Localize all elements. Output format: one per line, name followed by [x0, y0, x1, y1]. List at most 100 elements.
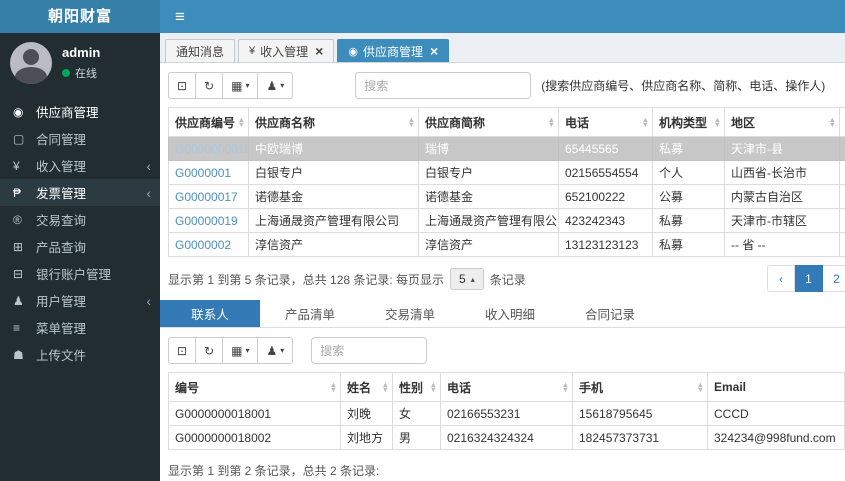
sort-icon: ▲ ▼ [329, 380, 337, 394]
tab-contract-records[interactable]: 合同记录 [560, 300, 660, 327]
cell: 私募 [652, 136, 725, 161]
sort-icon: ▲ ▼ [429, 380, 437, 394]
table-row[interactable]: G0000001 白银专户 白银专户 02156554554 个人 山西省-长治… [168, 160, 845, 185]
toolbar-button-group: ⊡ ↻ ▦ ▾ ♟ ▾ [168, 337, 294, 364]
export-dropdown-button[interactable]: ♟ ▾ [258, 337, 294, 364]
cell: 白银专户 [418, 160, 559, 185]
tab-contacts[interactable]: 联系人 [160, 300, 260, 327]
contact-table: 编号 ▲ ▼ 姓名 ▲ ▼ 性别 ▲ ▼ 电话 ▲ ▼ 手机 ▲ ▼ Email G00000000… [168, 372, 845, 450]
table-row[interactable]: G00000017 诺德基金 诺德基金 652100222 公募 内蒙古自治区 … [168, 184, 845, 209]
summary-suffix: 条记录 [489, 272, 526, 287]
sort-icon: ▲ ▼ [381, 380, 389, 394]
refresh-button[interactable]: ↻ [196, 72, 224, 99]
user-status[interactable]: 在线 [62, 65, 100, 81]
cell: 中欧瑞博 [248, 136, 419, 161]
table-row[interactable]: G0000002 淳信资产 淳信资产 13123123123 私募 -- 省 -… [168, 232, 845, 257]
table-row[interactable]: G0000000018001 刘晚 女 02166553231 15618795… [168, 401, 845, 426]
col-phone[interactable]: 电话 ▲ ▼ [440, 372, 573, 402]
contract-icon: ▢ [13, 131, 25, 146]
cell: a [839, 136, 845, 161]
sidebar-item-user-mgmt[interactable]: ♟ 用户管理 ‹ [0, 287, 160, 314]
sort-icon: ▲ ▼ [237, 115, 245, 129]
col-supplier-short-name[interactable]: 供应商简称 ▲ ▼ [418, 107, 559, 137]
pagination-page-1[interactable]: 1 [795, 265, 823, 292]
table-row[interactable]: G0000000018002 刘地方 男 0216324324324 18245… [168, 425, 845, 450]
user-name: admin [62, 45, 101, 60]
cell: 山西省-长治市 [724, 160, 840, 185]
sidebar-item-upload-file[interactable]: ☗ 上传文件 [0, 341, 160, 368]
toggle-pagination-button[interactable]: ⊡ [168, 72, 197, 99]
sidebar-item-income-mgmt[interactable]: ¥ 收入管理 ‹ [0, 152, 160, 179]
tab-notifications[interactable]: 通知消息 [165, 39, 236, 62]
sidebar-item-label: 交易查询 [36, 214, 87, 228]
contact-search-input[interactable] [311, 337, 428, 364]
table-row-selected[interactable]: G0000000018 中欧瑞博 瑞博 65445565 私募 天津市-县 a [168, 136, 845, 161]
col-supplier-name[interactable]: 供应商名称 ▲ ▼ [248, 107, 419, 137]
supplier-id-link[interactable]: G0000001 [168, 160, 249, 185]
supplier-search-input[interactable] [355, 72, 532, 99]
pagination-page-2[interactable]: 2 [823, 265, 845, 292]
supplier-id-link[interactable]: G00000017 [168, 184, 249, 209]
sidebar-item-contract-mgmt[interactable]: ▢ 合同管理 [0, 125, 160, 152]
hamburger-icon[interactable]: ≡ [160, 0, 200, 33]
cell: 652100222 [558, 184, 653, 209]
columns-dropdown-button[interactable]: ▦ ▾ [223, 337, 259, 364]
contact-panel: 联系人 产品清单 交易清单 收入明细 合同记录 ⊡ ↻ ▦ ▾ ♟ ▾ 搜索 编… [160, 300, 845, 479]
close-icon[interactable]: × [430, 44, 438, 58]
col-region[interactable]: 地区 ▲ ▼ [724, 107, 840, 137]
tab-product-list[interactable]: 产品清单 [260, 300, 360, 327]
tab-transaction-list[interactable]: 交易清单 [360, 300, 460, 327]
tab-income-mgmt[interactable]: ¥ 收入管理 × [238, 39, 335, 62]
col-name[interactable]: 姓名 ▲ ▼ [340, 372, 393, 402]
menu-list-icon: ≡ [13, 320, 21, 335]
sidebar-item-transaction-query[interactable]: ® 交易查询 [0, 206, 160, 233]
refresh-button[interactable]: ↻ [196, 337, 224, 364]
table-row[interactable]: G00000019 上海通晟资产管理有限公司 上海通晟资产管理有限公司 4232… [168, 208, 845, 233]
col-email[interactable]: Email [707, 372, 845, 402]
sidebar-item-label: 供应商管理 [36, 106, 99, 120]
chevron-left-icon: ‹ [779, 271, 783, 286]
cell: CCCD [707, 401, 845, 426]
supplier-circle-icon: ◉ [13, 104, 24, 119]
cell: G0000000018001 [168, 401, 341, 426]
top-navbar: ≡ [160, 0, 845, 33]
tab-supplier-mgmt[interactable]: ◉ 供应商管理 × [337, 39, 450, 62]
sidebar-item-supplier-mgmt[interactable]: ◉ 供应商管理 [0, 98, 160, 125]
user-icon: ♟ [13, 293, 24, 308]
pagination-prev-button[interactable]: ‹ [767, 265, 795, 292]
col-operator[interactable]: 操作人 [839, 107, 845, 137]
sidebar-item-menu-mgmt[interactable]: ≡ 菜单管理 [0, 314, 160, 341]
col-supplier-id[interactable]: 供应商编号 ▲ ▼ [168, 107, 249, 137]
toggle-icon: ⊡ [177, 78, 188, 93]
sidebar-item-invoice-mgmt[interactable]: ₱ 发票管理 ‹ [0, 179, 160, 206]
col-label: 供应商编号 [175, 115, 236, 130]
page-size-dropdown[interactable]: 5 ▴ [450, 268, 484, 290]
cell: 刘地方 [340, 425, 393, 450]
brand-logo[interactable]: 朝阳财富 [0, 0, 160, 33]
col-contact-id[interactable]: 编号 ▲ ▼ [168, 372, 341, 402]
col-gender[interactable]: 性别 ▲ ▼ [392, 372, 441, 402]
sidebar-item-label: 用户管理 [36, 295, 87, 309]
toggle-icon: ⊡ [177, 343, 188, 358]
shield-icon: ☗ [13, 347, 24, 362]
sidebar-item-product-query[interactable]: ⊞ 产品查询 [0, 233, 160, 260]
close-icon[interactable]: × [315, 44, 323, 58]
col-institution-type[interactable]: 机构类型 ▲ ▼ [652, 107, 725, 137]
user-status-label: 在线 [75, 68, 97, 80]
supplier-id-link[interactable]: G00000019 [168, 208, 249, 233]
cell: 私募 [652, 208, 725, 233]
export-dropdown-button[interactable]: ♟ ▾ [258, 72, 294, 99]
cell: 324234@998fund.com [707, 425, 845, 450]
sidebar-item-label: 上传文件 [36, 349, 87, 363]
supplier-id-link[interactable]: G0000002 [168, 232, 249, 257]
sidebar-item-label: 合同管理 [36, 133, 87, 147]
tab-income-detail[interactable]: 收入明细 [460, 300, 560, 327]
columns-dropdown-button[interactable]: ▦ ▾ [223, 72, 259, 99]
toggle-pagination-button[interactable]: ⊡ [168, 337, 197, 364]
col-mobile[interactable]: 手机 ▲ ▼ [572, 372, 708, 402]
supplier-table-wrap: 供应商编号 ▲ ▼ 供应商名称 ▲ ▼ 供应商简称 ▲ ▼ 电话 ▲ ▼ 机构类型 ▲ ▼ 地区 ▲ ▼… [168, 107, 845, 257]
col-phone[interactable]: 电话 ▲ ▼ [558, 107, 653, 137]
supplier-id-link[interactable]: G0000000018 [168, 136, 249, 161]
cell: 0216324324324 [440, 425, 573, 450]
sidebar-item-bank-account-mgmt[interactable]: ⊟ 银行账户管理 [0, 260, 160, 287]
